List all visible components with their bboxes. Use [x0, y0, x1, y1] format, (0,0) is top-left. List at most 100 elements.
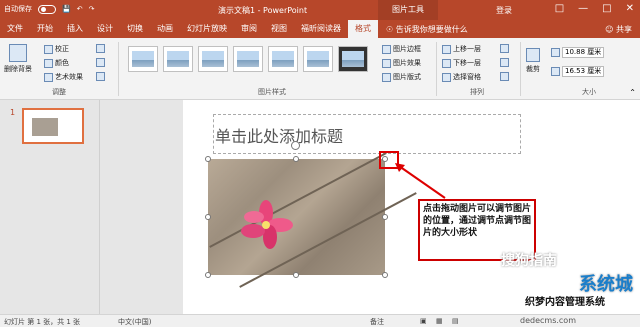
resize-handle-n[interactable] [293, 156, 299, 162]
correct-icon [44, 44, 53, 54]
remove-background-button[interactable]: 删除背景 [4, 44, 32, 74]
collapse-ribbon-icon[interactable]: ⌃ [629, 88, 636, 97]
tab-review[interactable]: 审阅 [234, 20, 264, 38]
picture-styles-group-label: 图片样式 [258, 88, 286, 96]
slide-canvas: 单击此处添加标题 点击拖动图片可以调节图片的位置，通过调节点调节图片的大小形状 … [100, 100, 640, 314]
share-button[interactable]: ☺ 共享 [605, 24, 632, 35]
group-icon[interactable] [500, 58, 509, 67]
color-button[interactable]: 颜色 [44, 58, 69, 68]
maximize-icon[interactable]: □ [602, 3, 611, 14]
align-icon[interactable] [500, 44, 509, 53]
tab-transitions[interactable]: 切换 [120, 20, 150, 38]
selection-pane-icon [442, 72, 451, 82]
resize-handle-sw[interactable] [205, 272, 211, 278]
artistic-effects-button[interactable]: 艺术效果 [44, 72, 83, 82]
title-placeholder[interactable]: 单击此处添加标题 [213, 114, 521, 154]
language-indicator[interactable]: 中文(中国) [118, 317, 151, 327]
change-picture-icon[interactable] [96, 58, 105, 67]
normal-view-icon[interactable]: ▣ [420, 317, 427, 325]
tab-view[interactable]: 视图 [264, 20, 294, 38]
status-bar: 幻灯片 第 1 张，共 1 张 中文(中国) 备注 ▣ ▦ ▤ dedecms.… [0, 314, 640, 327]
thumbnail-image [32, 118, 58, 136]
tab-file[interactable]: 文件 [0, 20, 30, 38]
send-backward-button[interactable]: 下移一层 [442, 58, 481, 68]
reading-view-icon[interactable]: ▤ [452, 317, 459, 325]
group-divider [436, 42, 437, 96]
picture-style-1[interactable] [128, 46, 158, 72]
save-icon[interactable]: 💾 [62, 5, 71, 13]
correct-button[interactable]: 校正 [44, 44, 69, 54]
crop-icon [526, 48, 540, 62]
picture-layout-icon [382, 72, 391, 82]
size-group-label: 大小 [582, 88, 596, 96]
quick-access-toolbar: 自动保存 💾 ↶ ↷ [4, 4, 94, 14]
rotate-icon[interactable] [500, 72, 509, 81]
picture-style-2[interactable] [163, 46, 193, 72]
ribbon-tabs: 文件 开始 插入 设计 切换 动画 幻灯片放映 审阅 视图 福昕阅读器 格式 ☉… [0, 20, 640, 38]
group-divider [118, 42, 119, 96]
picture-style-6[interactable] [303, 46, 333, 72]
resize-handle-se[interactable] [382, 272, 388, 278]
watermark-text: dedecms.com [520, 316, 576, 325]
tab-animations[interactable]: 动画 [150, 20, 180, 38]
picture-style-3[interactable] [198, 46, 228, 72]
compress-icon[interactable] [96, 44, 105, 53]
selected-picture[interactable] [208, 152, 417, 288]
resize-handle-e[interactable] [382, 214, 388, 220]
person-icon: ☺ [605, 25, 616, 34]
minimize-icon[interactable]: — [578, 3, 588, 14]
window-controls: □ — □ ✕ [555, 3, 634, 14]
ribbon: 删除背景 校正 颜色 艺术效果 调整 图片样式 图片边框 图片效果 图片版式 上… [0, 38, 640, 100]
undo-icon[interactable]: ↶ [77, 5, 83, 13]
flower-image [241, 200, 293, 249]
tab-format[interactable]: 格式 [348, 20, 378, 38]
slide-info: 幻灯片 第 1 张，共 1 张 [4, 318, 81, 326]
tab-home[interactable]: 开始 [30, 20, 60, 38]
artistic-effects-icon [44, 72, 53, 82]
picture-layout-button[interactable]: 图片版式 [382, 72, 421, 82]
picture-style-5[interactable] [268, 46, 298, 72]
resize-handle-w[interactable] [205, 214, 211, 220]
tab-design[interactable]: 设计 [90, 20, 120, 38]
lightbulb-icon: ☉ [386, 24, 396, 34]
rotate-handle[interactable] [291, 141, 300, 150]
slide-sorter-icon[interactable]: ▦ [436, 317, 443, 325]
slide: 单击此处添加标题 点击拖动图片可以调节图片的位置，通过调节点调节图片的大小形状 … [183, 100, 640, 314]
crop-button[interactable]: 裁剪 [526, 48, 540, 74]
selection-pane-button[interactable]: 选择窗格 [442, 72, 481, 82]
group-divider [520, 42, 521, 96]
slide-thumbnail-pane: 1 [0, 100, 100, 314]
resize-handle-s[interactable] [293, 272, 299, 278]
adjust-group-label: 调整 [52, 88, 66, 96]
login-link[interactable]: 登录 [496, 5, 512, 16]
notes-button[interactable]: 备注 [370, 317, 384, 327]
document-title: 演示文稿1 - PowerPoint [218, 6, 308, 15]
tab-slideshow[interactable]: 幻灯片放映 [180, 20, 234, 38]
send-backward-icon [442, 58, 451, 68]
slide-thumbnail[interactable] [22, 108, 84, 144]
arrange-group-label: 排列 [470, 88, 484, 96]
picture-border-button[interactable]: 图片边框 [382, 44, 421, 54]
tab-foxit[interactable]: 福昕阅读器 [294, 20, 348, 38]
picture-tools-context: 图片工具 [378, 0, 438, 20]
watermark-text: 搜狗指南 [501, 253, 557, 269]
width-field[interactable]: 16.53 厘米 [562, 66, 604, 77]
reset-picture-icon[interactable] [96, 72, 105, 81]
remove-background-icon [9, 44, 27, 62]
picture-style-4[interactable] [233, 46, 263, 72]
width-icon [551, 67, 560, 76]
autosave-toggle[interactable] [38, 4, 56, 14]
close-icon[interactable]: ✕ [626, 3, 634, 14]
redo-icon[interactable]: ↷ [89, 5, 95, 13]
resize-handle-nw[interactable] [205, 156, 211, 162]
picture-effects-icon [382, 58, 391, 68]
picture-effects-button[interactable]: 图片效果 [382, 58, 421, 68]
bring-forward-button[interactable]: 上移一层 [442, 44, 481, 54]
tell-me-search[interactable]: ☉ 告诉我你想要做什么 [386, 24, 468, 35]
bring-forward-icon [442, 44, 451, 54]
ribbon-display-icon[interactable]: □ [555, 3, 564, 14]
picture-style-7[interactable] [338, 46, 368, 72]
height-field[interactable]: 10.88 厘米 [562, 47, 604, 58]
picture-border-icon [382, 44, 391, 54]
tab-insert[interactable]: 插入 [60, 20, 90, 38]
